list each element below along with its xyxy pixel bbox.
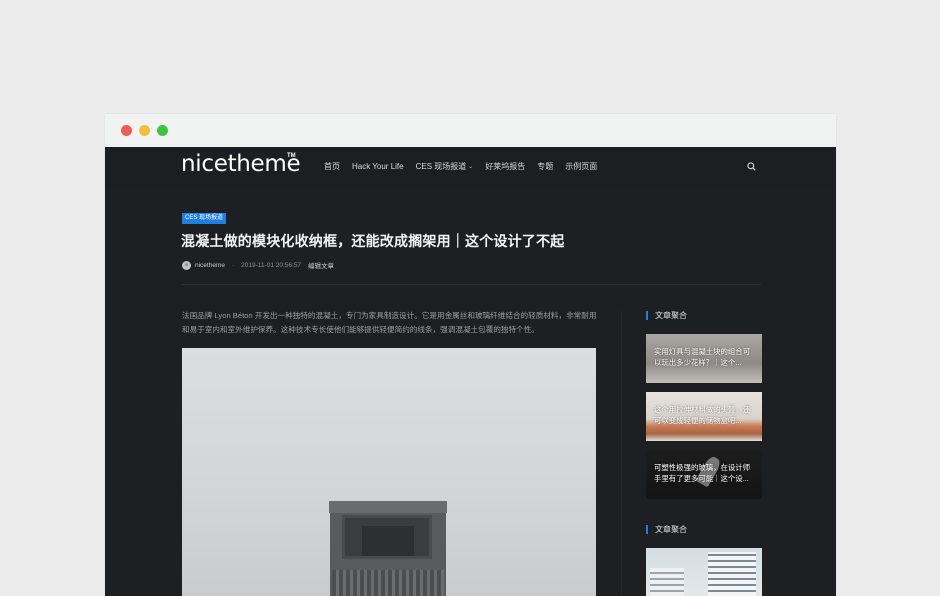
article-title: 混凝土做的模块化收纳框，还能改成搁架用｜这个设计了不起 bbox=[181, 233, 565, 249]
sidebar-card-image[interactable] bbox=[646, 548, 762, 596]
tower-band-shape bbox=[332, 570, 444, 596]
tower-top-shape bbox=[329, 501, 447, 513]
window-titlebar bbox=[105, 114, 836, 147]
edit-article-link[interactable]: 编辑文章 bbox=[308, 260, 334, 270]
main-nav: 首页 Hack Your Life CES 现场报道 ⌄ 好莱坞报告 专题 示例页… bbox=[324, 161, 609, 172]
sidebar-card[interactable]: 这个用拉伸材料做的头盔，还可以变成轻便的储物盒吧... bbox=[646, 392, 762, 441]
category-badge[interactable]: CES 现场报道 bbox=[182, 213, 227, 224]
search-icon[interactable] bbox=[747, 162, 756, 171]
logo-trademark: TM bbox=[287, 153, 296, 159]
minimize-window-button[interactable] bbox=[139, 125, 150, 136]
close-window-button[interactable] bbox=[121, 125, 132, 136]
nav-item-home[interactable]: 首页 bbox=[324, 161, 340, 172]
article-hero-image bbox=[182, 348, 596, 596]
tower-inner-shape bbox=[362, 526, 414, 556]
nav-item-topics[interactable]: 专题 bbox=[537, 161, 553, 172]
maximize-window-button[interactable] bbox=[157, 125, 168, 136]
nav-item-ces[interactable]: CES 现场报道 ⌄ bbox=[416, 161, 474, 172]
chevron-down-icon: ⌄ bbox=[468, 164, 474, 170]
sidebar-card-caption: 这个用拉伸材料做的头盔，还可以变成轻便的储物盒吧... bbox=[654, 405, 751, 425]
browser-window: nicetheme TM 首页 Hack Your Life CES 现场报道 ⌄… bbox=[105, 114, 836, 596]
building-shape bbox=[650, 568, 684, 596]
meta-separator: · bbox=[232, 261, 235, 269]
header-divider bbox=[181, 284, 761, 285]
building-shape bbox=[708, 552, 756, 596]
nav-item-hack-your-life[interactable]: Hack Your Life bbox=[352, 161, 404, 172]
sidebar-card-caption: 可塑性极强的玻璃，在设计师手里有了更多可能｜这个设... bbox=[654, 463, 751, 483]
sidebar-card[interactable]: 实用灯具与混凝土块的组合可以玩出多少花样？｜这个... bbox=[646, 334, 762, 383]
nav-item-hollywood[interactable]: 好莱坞报告 bbox=[485, 161, 525, 172]
post-date: 2019-11-01 20:56:57 bbox=[241, 261, 302, 269]
author-name[interactable]: nicetheme bbox=[195, 262, 225, 269]
sidebar-section-title: 文章聚合 bbox=[646, 524, 687, 535]
article-intro: 法国品牌 Lyon Béton 开发出一种独特的混凝土，专门为家具制造设计。它是… bbox=[182, 311, 597, 334]
article-meta: nicetheme · 2019-11-01 20:56:57 编辑文章 bbox=[182, 260, 334, 270]
sidebar-divider bbox=[621, 310, 622, 596]
avatar[interactable] bbox=[182, 260, 191, 270]
sidebar-card[interactable]: 可塑性极强的玻璃，在设计师手里有了更多可能｜这个设... bbox=[646, 450, 762, 499]
site-header: nicetheme TM 首页 Hack Your Life CES 现场报道 ⌄… bbox=[105, 147, 836, 187]
sidebar-section-title: 文章聚合 bbox=[646, 310, 687, 321]
site-logo[interactable]: nicetheme bbox=[181, 151, 301, 177]
sidebar-card-caption: 实用灯具与混凝土块的组合可以玩出多少花样？｜这个... bbox=[654, 347, 751, 367]
nav-item-sample-page[interactable]: 示例页面 bbox=[565, 161, 597, 172]
